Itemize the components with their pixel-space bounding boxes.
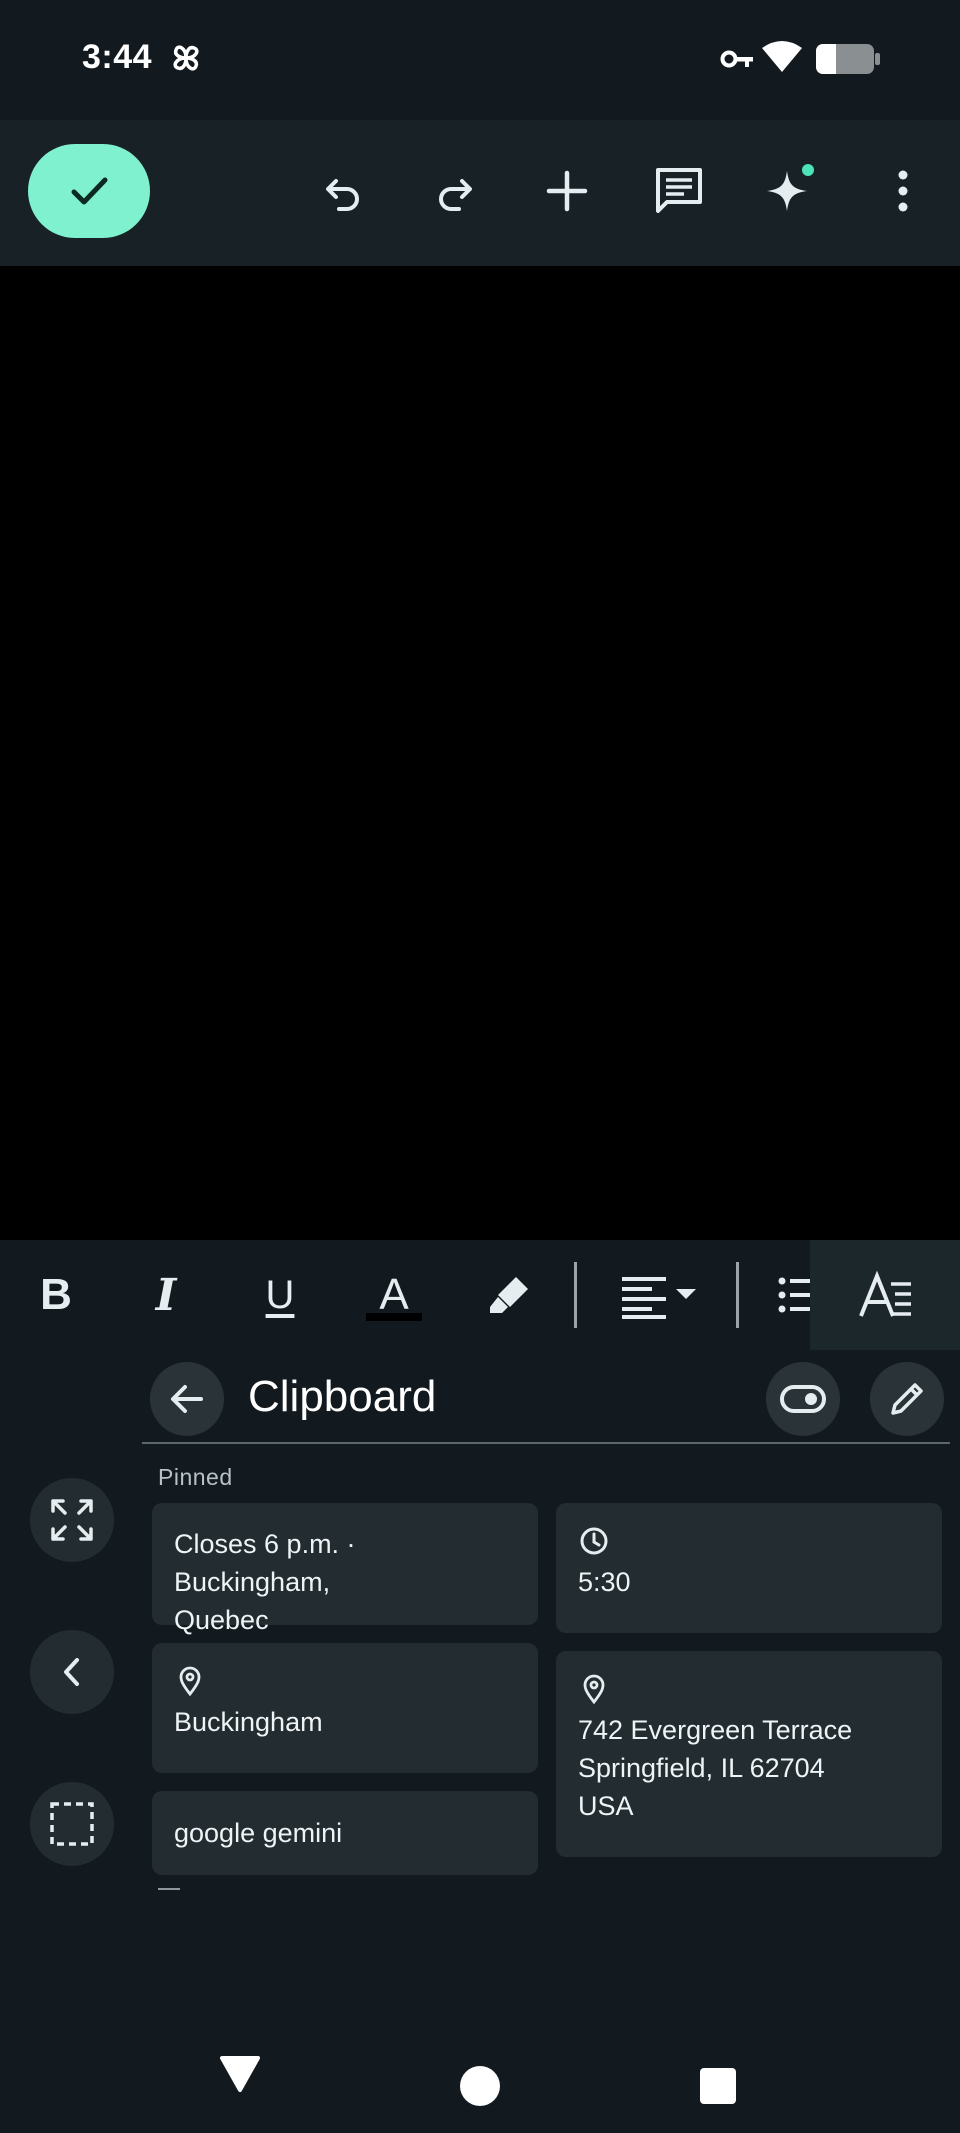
pinwheel-icon	[173, 45, 199, 71]
underline-button[interactable]: U	[252, 1262, 308, 1328]
gemini-button[interactable]	[756, 156, 826, 226]
arrow-back-icon	[171, 1385, 203, 1413]
toggle-icon	[780, 1385, 826, 1413]
clip-text-line: USA	[578, 1791, 634, 1821]
expand-button[interactable]	[30, 1478, 114, 1562]
home-circle-icon[interactable]	[460, 2066, 500, 2106]
align-button[interactable]	[614, 1262, 704, 1328]
expand-icon	[51, 1499, 93, 1541]
recents-square-icon[interactable]	[700, 2068, 736, 2104]
text-color-swatch	[366, 1313, 422, 1321]
format-divider	[736, 1262, 739, 1328]
chevron-left-icon	[64, 1658, 79, 1686]
clipboard-card[interactable]: google gemini	[152, 1791, 538, 1875]
clip-text-line: google gemini	[174, 1818, 343, 1848]
gemini-sparkle-icon	[767, 164, 814, 211]
clip-text-line: 742 Evergreen Terrace	[578, 1715, 853, 1745]
undo-button[interactable]	[308, 156, 378, 226]
add-icon	[546, 170, 588, 212]
next-section-label-clipped	[158, 1888, 180, 1896]
clipboard-edit-button[interactable]	[870, 1362, 944, 1436]
document-canvas[interactable]	[0, 266, 960, 1240]
highlight-button[interactable]	[480, 1262, 540, 1328]
wifi-icon	[762, 41, 802, 72]
clip-text-line: Closes 6 p.m. · Buckingham,	[174, 1529, 356, 1597]
location-pin-icon	[179, 1666, 201, 1697]
redo-button[interactable]	[420, 156, 490, 226]
italic-button[interactable]: I	[138, 1262, 194, 1328]
screen: 3:44 B I U A Clipboard Pinned Closes 6 p…	[0, 0, 960, 2133]
select-icon	[50, 1802, 94, 1846]
text-style-button[interactable]	[810, 1240, 960, 1350]
battery-icon	[816, 44, 880, 74]
system-nav-bar	[0, 2010, 960, 2133]
done-button[interactable]	[28, 144, 150, 238]
comment-icon	[656, 168, 702, 213]
check-icon	[71, 177, 108, 205]
clip-text-line: Buckingham	[174, 1707, 323, 1737]
status-time: 3:44	[82, 38, 153, 76]
text-style-icon	[859, 1270, 911, 1317]
bulleted-list-icon	[778, 1277, 810, 1313]
more-options-button[interactable]	[868, 156, 938, 226]
align-left-icon	[622, 1277, 696, 1319]
comment-button[interactable]	[644, 156, 714, 226]
clipboard-title: Clipboard	[248, 1372, 437, 1421]
pencil-icon	[891, 1383, 923, 1415]
insert-button[interactable]	[532, 156, 602, 226]
status-bar: 3:44	[0, 0, 960, 120]
highlighter-icon	[490, 1277, 528, 1313]
clipboard-card[interactable]: Buckingham	[152, 1643, 538, 1773]
location-pin-icon	[583, 1674, 605, 1705]
redo-icon	[439, 179, 472, 211]
select-button[interactable]	[30, 1782, 114, 1866]
editor-toolbar	[0, 120, 960, 266]
collapse-left-button[interactable]	[30, 1630, 114, 1714]
back-triangle-icon[interactable]	[218, 2054, 262, 2094]
clip-text-line: Quebec	[174, 1605, 269, 1635]
clipboard-card[interactable]: 742 Evergreen Terrace Springfield, IL 62…	[556, 1651, 942, 1857]
more-vert-icon	[898, 170, 908, 212]
undo-icon	[326, 179, 359, 211]
bulleted-list-button[interactable]	[776, 1262, 810, 1328]
clip-text-line: 5:30	[578, 1567, 631, 1597]
clipboard-divider	[142, 1442, 950, 1444]
vpn-key-icon	[720, 50, 753, 68]
bold-button[interactable]: B	[28, 1262, 84, 1328]
clock-icon	[580, 1527, 608, 1555]
clipboard-card[interactable]: Closes 6 p.m. · Buckingham, Quebec	[152, 1503, 538, 1635]
pinned-section-label: Pinned	[158, 1464, 233, 1490]
clipboard-back-button[interactable]	[150, 1362, 224, 1436]
clipboard-toggle-button[interactable]	[766, 1362, 840, 1436]
clipboard-card[interactable]: 5:30	[556, 1503, 942, 1633]
clip-text-line: Springfield, IL 62704	[578, 1753, 825, 1783]
format-divider	[574, 1262, 577, 1328]
